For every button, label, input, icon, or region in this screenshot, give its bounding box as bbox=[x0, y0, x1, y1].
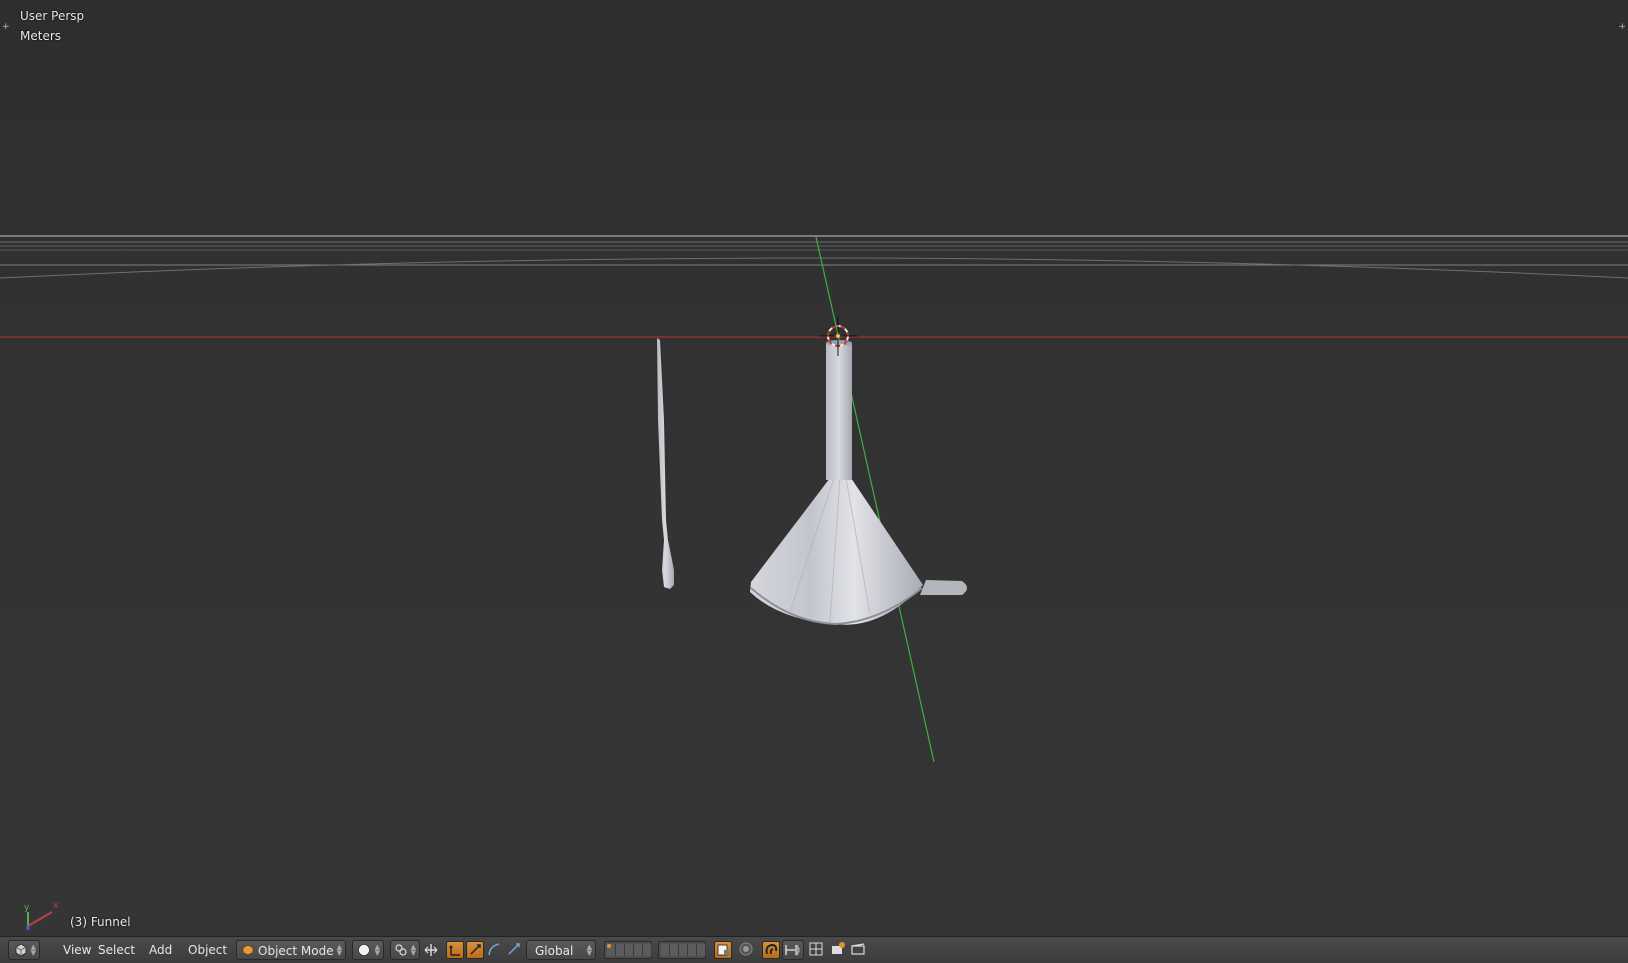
manipulator-icon bbox=[424, 944, 438, 956]
render-icon bbox=[832, 942, 845, 954]
3d-viewport[interactable]: User Persp Meters + + y x (3) Funnel bbox=[0, 0, 1628, 936]
transform-orientation-label: Global bbox=[535, 944, 574, 958]
stretch-icon bbox=[508, 943, 520, 955]
grid-lines bbox=[0, 235, 1628, 279]
funnel-object[interactable] bbox=[750, 340, 967, 626]
translate-icon bbox=[449, 945, 460, 956]
view-name-label: User Persp bbox=[20, 9, 85, 23]
snap-toggle-button[interactable] bbox=[762, 941, 780, 959]
mode-dropdown[interactable]: Object Mode ▲ ▼ bbox=[236, 940, 346, 960]
opengl-render-animation-button[interactable] bbox=[850, 941, 868, 959]
units-label: Meters bbox=[20, 29, 62, 43]
axis-y-letter: y bbox=[24, 903, 30, 913]
pivot-point-dropdown[interactable]: ▲ ▼ bbox=[390, 940, 420, 960]
axis-x-letter: x bbox=[53, 901, 59, 911]
proportional-edit-icon bbox=[739, 942, 753, 956]
3d-view-header: ▲ ▼ View Select Add Object Object Mode ▲ ▼… bbox=[0, 936, 1628, 963]
solid-sphere-icon bbox=[358, 944, 370, 956]
mode-label: Object Mode bbox=[258, 944, 334, 958]
rotate-manipulator-button[interactable] bbox=[466, 941, 484, 959]
proportional-edit-button[interactable] bbox=[738, 941, 756, 959]
viewport-shading-dropdown[interactable]: ▲ ▼ bbox=[352, 940, 384, 960]
transform-extra-button[interactable] bbox=[506, 941, 524, 959]
opengl-render-button[interactable] bbox=[830, 941, 848, 959]
menu-add[interactable]: Add bbox=[143, 940, 178, 960]
snap-target-icon bbox=[809, 942, 823, 956]
lock-camera-button[interactable] bbox=[714, 941, 732, 959]
layer-buttons-group-1[interactable] bbox=[604, 941, 652, 959]
thin-object[interactable] bbox=[657, 338, 674, 589]
snap-target-button[interactable] bbox=[808, 941, 826, 959]
rotate-icon bbox=[470, 944, 481, 955]
snap-magnet-icon bbox=[765, 943, 778, 955]
area-split-right-handle[interactable]: + bbox=[1618, 22, 1626, 32]
transform-orientation-dropdown[interactable]: Global ▲ ▼ bbox=[526, 940, 596, 960]
axis-gizmo-icon: y x bbox=[24, 901, 59, 930]
scale-manipulator-button[interactable] bbox=[486, 941, 504, 959]
cube-icon bbox=[242, 944, 254, 956]
menu-object[interactable]: Object bbox=[182, 940, 233, 960]
editor-type-button[interactable]: ▲ ▼ bbox=[8, 940, 40, 960]
menu-select[interactable]: Select bbox=[92, 940, 141, 960]
3d-scene[interactable] bbox=[0, 0, 1628, 936]
manipulator-toggle-button[interactable] bbox=[422, 941, 440, 959]
camera-icon bbox=[851, 943, 865, 955]
scale-icon bbox=[488, 943, 500, 956]
layer-buttons-group-2[interactable] bbox=[658, 941, 706, 959]
active-layer-dot-icon bbox=[607, 944, 611, 948]
translate-manipulator-button[interactable] bbox=[446, 941, 464, 959]
active-object-label: (3) Funnel bbox=[70, 915, 131, 929]
snap-element-dropdown[interactable]: ▲ ▼ bbox=[782, 940, 804, 960]
3d-view-icon bbox=[15, 943, 27, 957]
pivot-icon bbox=[395, 944, 407, 956]
area-split-left-handle[interactable]: + bbox=[2, 22, 10, 32]
lock-layers-icon bbox=[717, 944, 729, 956]
